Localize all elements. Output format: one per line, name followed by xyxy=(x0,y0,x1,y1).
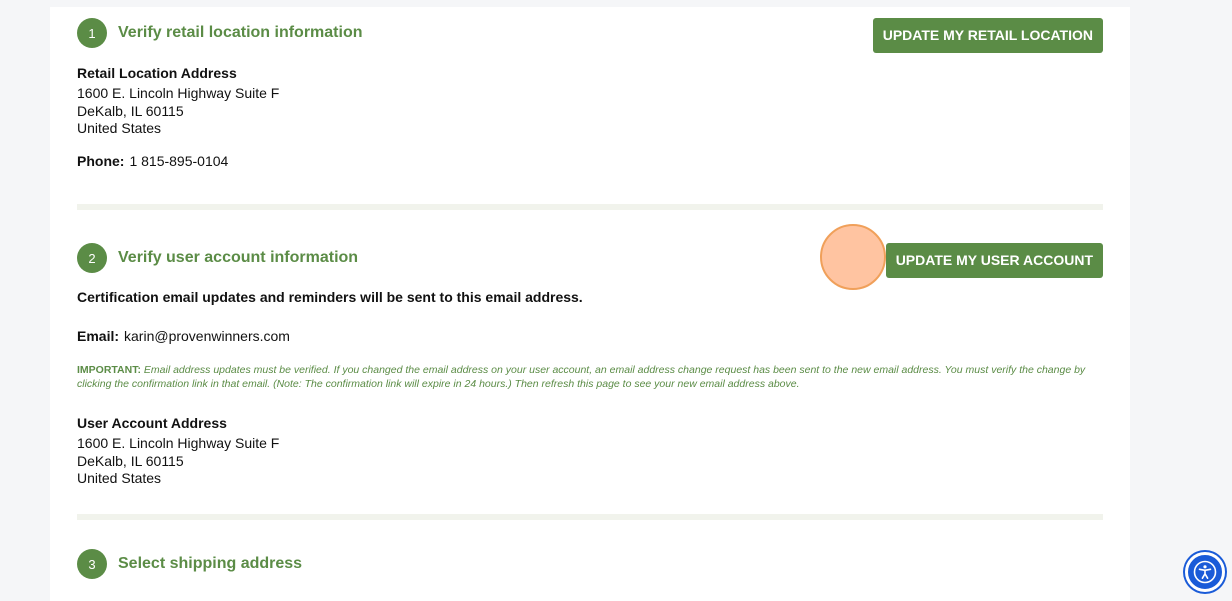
retail-address-line-2: DeKalb, IL 60115 xyxy=(77,102,184,119)
user-email: Email: karin@provenwinners.com xyxy=(77,328,290,344)
section-shipping-address: 3 Select shipping address xyxy=(77,549,1103,581)
email-verification-notice: IMPORTANT: Email address updates must be… xyxy=(77,363,1103,391)
user-address-line-2: DeKalb, IL 60115 xyxy=(77,452,184,469)
step-number-2: 2 xyxy=(77,243,107,273)
step-title-3: Select shipping address xyxy=(118,555,303,572)
retail-address-line-3: United States xyxy=(77,120,162,136)
user-address-line-3: United States xyxy=(77,470,162,486)
accessibility-icon xyxy=(1193,560,1217,584)
retail-phone: Phone: 1 815-895-0104 xyxy=(77,153,228,169)
important-label: IMPORTANT: xyxy=(77,364,141,376)
phone-value: 1 815-895-0104 xyxy=(129,153,229,169)
email-label: Email: xyxy=(77,328,120,344)
user-address-label: User Account Address xyxy=(77,415,227,431)
step-title-1: Verify retail location information xyxy=(118,24,363,41)
section-retail-location: 1 Verify retail location information UPD… xyxy=(77,18,1103,198)
update-retail-location-button[interactable]: UPDATE MY RETAIL LOCATION xyxy=(872,18,1103,53)
page-content: 1 Verify retail location information UPD… xyxy=(50,7,1130,601)
user-address-line-1: 1600 E. Lincoln Highway Suite F xyxy=(77,435,280,451)
accessibility-button[interactable] xyxy=(1185,552,1225,592)
retail-address-label: Retail Location Address xyxy=(77,65,237,81)
step-header-3: 3 Select shipping address xyxy=(77,549,302,579)
click-indicator xyxy=(820,224,886,290)
retail-address-line-1: 1600 E. Lincoln Highway Suite F xyxy=(77,85,280,101)
section-user-account: 2 Verify user account information UPDATE… xyxy=(77,243,1103,503)
step-header-1: 1 Verify retail location information xyxy=(77,18,363,48)
user-address: 1600 E. Lincoln Highway Suite F DeKalb, … xyxy=(77,435,279,488)
certification-email-notice: Certification email updates and reminder… xyxy=(77,289,583,305)
update-user-account-button[interactable]: UPDATE MY USER ACCOUNT xyxy=(885,243,1103,278)
email-value: karin@provenwinners.com xyxy=(124,328,290,344)
retail-address: 1600 E. Lincoln Highway Suite F DeKalb, … xyxy=(77,85,279,138)
phone-label: Phone: xyxy=(77,153,125,169)
step-number-3: 3 xyxy=(77,549,107,579)
step-title-2: Verify user account information xyxy=(118,249,359,266)
section-divider-2 xyxy=(77,514,1103,520)
step-number-1: 1 xyxy=(77,18,107,48)
step-header-2: 2 Verify user account information xyxy=(77,243,358,273)
section-divider-1 xyxy=(77,204,1103,210)
important-text: Email address updates must be verified. … xyxy=(77,364,1086,390)
